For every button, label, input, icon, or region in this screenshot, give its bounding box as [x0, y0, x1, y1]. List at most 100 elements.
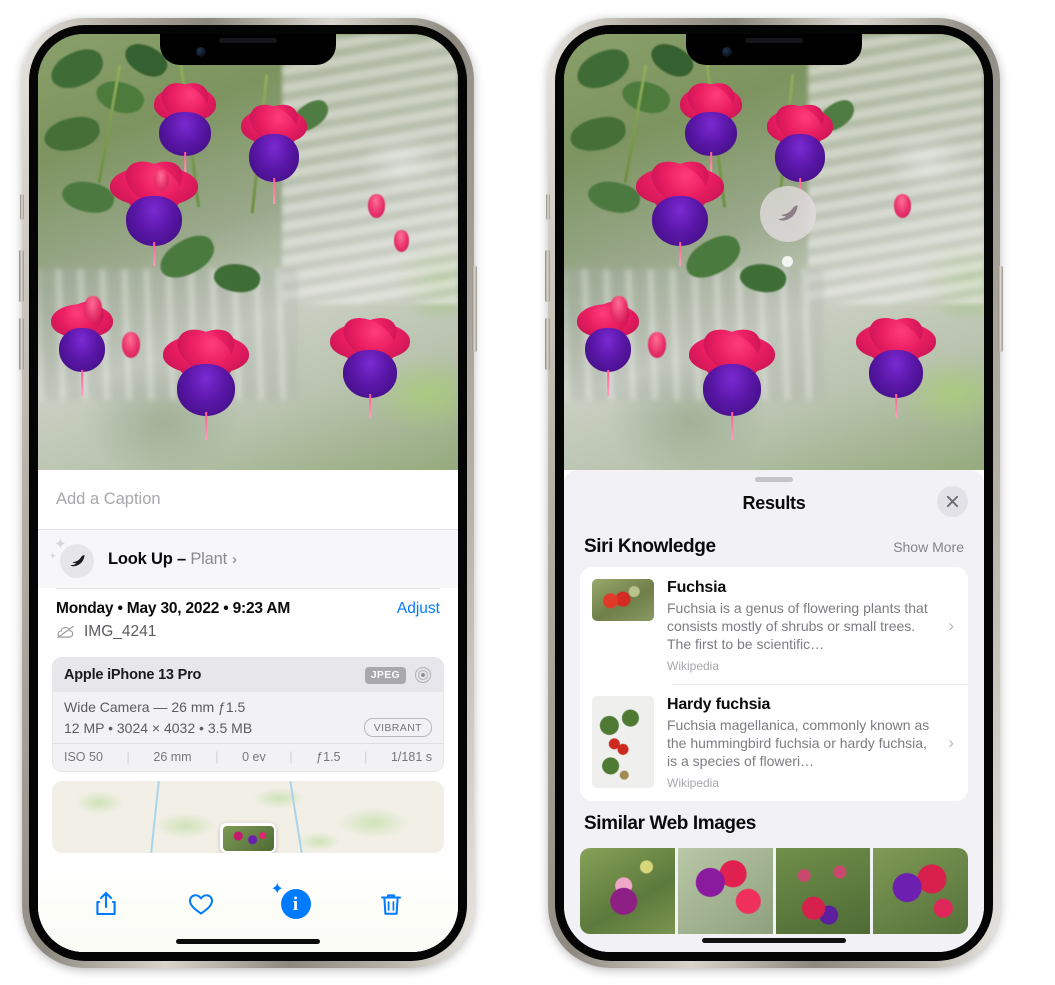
delete-button[interactable] — [369, 884, 413, 924]
earpiece-speaker — [745, 38, 803, 43]
siri-knowledge-header: Siri Knowledge Show More — [564, 524, 984, 567]
look-up-label: Look Up – Plant › — [108, 550, 237, 569]
photo-bud — [648, 332, 666, 358]
photo-datetime: Monday • May 30, 2022 • 9:23 AM — [56, 600, 291, 617]
exif-stats-row: ISO 50 | 26 mm | 0 ev | ƒ1.5 | 1/181 s — [53, 743, 443, 771]
photo-flower — [324, 308, 416, 422]
photo-bud — [368, 194, 385, 218]
exif-body: Wide Camera — 26 mm ƒ1.5 12 MP • 3024 × … — [53, 692, 443, 743]
photo-viewer[interactable] — [564, 34, 984, 470]
similar-web-images-strip[interactable] — [580, 848, 968, 935]
result-thumbnail — [592, 696, 654, 789]
photo-info-sheet: Add a Caption ✦ ✦ Look Up – Plant › Mond… — [38, 470, 458, 952]
chevron-right-icon: › — [948, 615, 954, 635]
show-more-button[interactable]: Show More — [893, 539, 964, 555]
result-thumbnail — [592, 579, 654, 621]
web-image-thumbnail[interactable] — [580, 848, 675, 935]
aperture-icon — [414, 666, 432, 684]
home-indicator[interactable] — [702, 938, 846, 943]
results-sheet: Results Siri Knowledge Show More Fuchsia… — [564, 470, 984, 952]
notch — [686, 34, 862, 65]
caption-placeholder: Add a Caption — [56, 490, 161, 508]
photo-flower — [632, 151, 728, 270]
sparkle-icon: ✦ — [270, 881, 284, 898]
look-up-icon-wrap: ✦ ✦ — [49, 537, 94, 578]
volume-down-button[interactable] — [545, 318, 550, 370]
power-button[interactable] — [998, 266, 1003, 352]
front-camera — [722, 47, 732, 57]
web-image-thumbnail[interactable] — [677, 848, 773, 935]
power-button[interactable] — [472, 266, 477, 352]
exif-stat-focal: 26 mm — [153, 750, 192, 764]
adjust-button[interactable]: Adjust — [397, 600, 440, 618]
info-glyph: i — [292, 893, 299, 915]
photo-flower — [44, 293, 120, 400]
mute-switch[interactable] — [20, 194, 24, 220]
mute-switch[interactable] — [546, 194, 550, 220]
photo-flower — [672, 74, 750, 174]
exif-size-row: 12 MP • 3024 × 4032 • 3.5 MB VIBRANT — [64, 718, 432, 737]
location-map[interactable] — [52, 781, 444, 853]
volume-up-button[interactable] — [19, 250, 24, 302]
divider: | — [364, 750, 368, 764]
favorite-button[interactable] — [179, 884, 223, 924]
web-image-thumbnail[interactable] — [775, 848, 871, 935]
screenshot-stage: Add a Caption ✦ ✦ Look Up – Plant › Mond… — [0, 0, 1055, 985]
similar-web-images-title: Similar Web Images — [584, 813, 756, 835]
knowledge-result-row[interactable]: Fuchsia Fuchsia is a genus of flowering … — [580, 567, 968, 684]
photo-viewer[interactable] — [38, 34, 458, 470]
chevron-right-icon: › — [948, 732, 954, 752]
photo-flower — [158, 319, 254, 442]
map-pin-thumbnail — [222, 825, 274, 851]
left-screen: Add a Caption ✦ ✦ Look Up – Plant › Mond… — [38, 34, 458, 952]
siri-knowledge-results: Fuchsia Fuchsia is a genus of flowering … — [580, 567, 968, 802]
resolution-info: 12 MP • 3024 × 4032 • 3.5 MB — [64, 719, 253, 736]
info-button[interactable]: ✦ i — [271, 882, 318, 924]
caption-field[interactable]: Add a Caption — [38, 470, 458, 530]
photo-bud — [394, 230, 409, 252]
web-image-thumbnail[interactable] — [873, 848, 968, 935]
exif-stat-exposure: 0 ev — [242, 750, 266, 764]
file-row: IMG_4241 — [56, 623, 440, 641]
siri-knowledge-title: Siri Knowledge — [584, 536, 716, 557]
volume-up-button[interactable] — [545, 250, 550, 302]
exif-stat-shutter: 1/181 s — [390, 750, 432, 764]
cloud-slash-icon — [57, 625, 74, 639]
share-icon — [95, 891, 116, 916]
date-block: Monday • May 30, 2022 • 9:23 AM Adjust I… — [38, 589, 458, 647]
result-description: Fuchsia magellanica, commonly known as t… — [667, 717, 930, 770]
photo-flower — [684, 319, 780, 442]
camera-model: Apple iPhone 13 Pro — [64, 667, 202, 683]
info-sparkle-icon: ✦ i — [271, 882, 311, 919]
divider: | — [289, 750, 293, 764]
photo-bud — [154, 170, 169, 191]
close-button[interactable] — [937, 486, 968, 517]
trash-icon — [380, 893, 401, 915]
close-icon — [946, 495, 959, 508]
result-title: Hardy fuchsia — [667, 696, 771, 714]
result-source: Wikipedia — [667, 659, 720, 674]
results-title: Results — [742, 492, 806, 513]
look-up-row[interactable]: ✦ ✦ Look Up – Plant › — [38, 530, 458, 588]
photo-bud — [122, 332, 140, 358]
volume-down-button[interactable] — [19, 318, 24, 370]
left-phone: Add a Caption ✦ ✦ Look Up – Plant › Mond… — [19, 18, 477, 968]
visual-lookup-anchor-dot — [782, 256, 793, 267]
result-source: Wikipedia — [667, 776, 720, 791]
map-photo-pin[interactable] — [220, 823, 276, 853]
sparkle-icon: ✦ — [49, 551, 57, 561]
knowledge-result-row[interactable]: Hardy fuchsia Fuchsia magellanica, commo… — [580, 684, 968, 801]
visual-lookup-leaf-badge[interactable] — [760, 186, 816, 242]
look-up-subject: Plant — [190, 549, 227, 568]
result-body: Fuchsia Fuchsia is a genus of flowering … — [667, 579, 956, 673]
share-button[interactable] — [84, 884, 128, 924]
home-indicator[interactable] — [176, 939, 320, 944]
photo-bud — [84, 296, 102, 322]
vibrant-badge: VIBRANT — [363, 718, 432, 737]
photo-flower — [146, 74, 224, 174]
photo-filename: IMG_4241 — [84, 623, 157, 640]
result-description: Fuchsia is a genus of flowering plants t… — [667, 600, 928, 653]
exif-stat-aperture: ƒ1.5 — [316, 750, 341, 764]
result-body: Hardy fuchsia Fuchsia magellanica, commo… — [667, 696, 956, 790]
divider: | — [126, 750, 130, 764]
